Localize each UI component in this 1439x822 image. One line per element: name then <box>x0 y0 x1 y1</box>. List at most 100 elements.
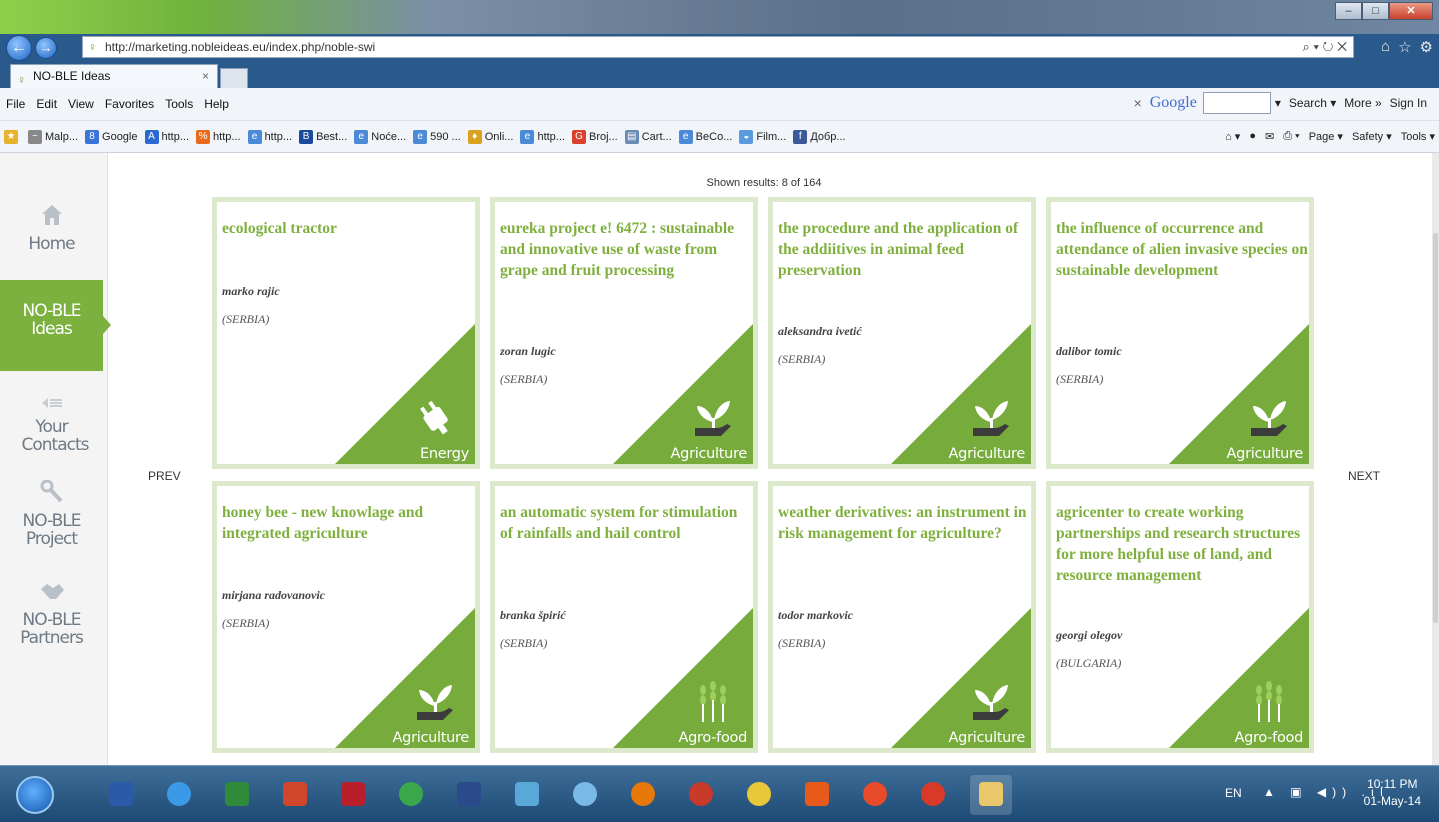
favorite-item[interactable]: e 590 ... <box>413 130 461 144</box>
word-icon[interactable] <box>100 775 142 815</box>
maximize-button[interactable]: □ <box>1362 2 1389 20</box>
utorrent-icon[interactable] <box>390 775 432 815</box>
start-button[interactable] <box>16 776 54 814</box>
explorer-icon[interactable] <box>970 775 1012 815</box>
menu-tools[interactable]: Tools <box>165 97 193 111</box>
sprout-hand-icon <box>1251 401 1287 436</box>
chrome-icon[interactable] <box>854 775 896 815</box>
clock[interactable]: 10:11 PM 01-May-14 <box>1364 776 1421 810</box>
google-search-dropdown[interactable]: ▾ <box>1275 96 1281 110</box>
system-tray: EN ▲ ▣ ◀)) .ıl 10:11 PM 01-May-14 <box>1199 766 1439 822</box>
floppy-icon[interactable] <box>448 775 490 815</box>
fire-icon[interactable] <box>912 775 954 815</box>
favorite-item[interactable]: ~ Malp... <box>28 130 78 144</box>
google-search-input[interactable] <box>1202 92 1271 114</box>
favorite-item[interactable]: 8 Google <box>85 130 138 144</box>
close-button[interactable]: ✕ <box>1389 2 1433 20</box>
page-menu[interactable]: Page ▾ <box>1309 130 1343 143</box>
acrobat-icon[interactable] <box>332 775 374 815</box>
tab-noble-ideas[interactable]: ♀ NO-BLE Ideas × <box>10 64 218 88</box>
favorite-item[interactable]: % http... <box>196 130 241 144</box>
idea-title[interactable]: honey bee - new knowlage and integrated … <box>222 502 474 544</box>
minimize-button[interactable]: – <box>1335 2 1362 20</box>
help-icon[interactable] <box>564 775 606 815</box>
favorite-item[interactable]: Ahttp... <box>144 130 189 144</box>
favorite-item[interactable]: ▤ Cart... <box>624 130 672 144</box>
google-toolbar-close[interactable]: × <box>1134 95 1142 111</box>
idea-title[interactable]: the influence of occurrence and attendan… <box>1056 218 1308 281</box>
menu-edit[interactable]: Edit <box>36 97 57 111</box>
favorite-item[interactable]: e http... <box>247 130 292 144</box>
app2-icon[interactable] <box>680 775 722 815</box>
idea-card[interactable]: eureka project e! 6472 : sustainable and… <box>490 197 758 469</box>
idea-card[interactable]: ecological tractor marko rajic (SERBIA) … <box>212 197 480 469</box>
idea-title[interactable]: agricenter to create working partnership… <box>1056 502 1308 586</box>
favorites-list: ★ ~ Malp... 8 Google Ahttp... % http... e ht… <box>4 130 853 144</box>
mail-icon[interactable]: ✉ <box>1265 130 1274 143</box>
idea-title[interactable]: ecological tractor <box>222 218 474 239</box>
favorite-star-icon[interactable]: ★ <box>4 130 21 144</box>
home-dropdown-icon[interactable]: ⌂ ▾ <box>1225 130 1240 143</box>
favorite-item[interactable]: e Noće... <box>354 130 406 144</box>
chrome-like-icon[interactable] <box>738 775 780 815</box>
print-icon[interactable]: ⎙ ▾ <box>1283 130 1299 143</box>
media-icon[interactable] <box>796 775 838 815</box>
favorite-item[interactable]: e http... <box>520 130 565 144</box>
sidebar-item-noble-ideas[interactable]: NO-BLE Ideas <box>0 280 111 371</box>
tab-close-icon[interactable]: × <box>202 65 209 87</box>
favorite-item[interactable]: e BeCo... <box>678 130 732 144</box>
idea-card[interactable]: an automatic system for stimulation of r… <box>490 481 758 753</box>
category-corner <box>891 324 1031 464</box>
scrollbar-thumb[interactable] <box>1433 233 1438 623</box>
forward-button[interactable]: → <box>35 37 57 59</box>
category-corner <box>613 324 753 464</box>
favorite-item[interactable]: f Добр... <box>793 130 846 144</box>
next-link[interactable]: NEXT <box>1348 469 1380 483</box>
menu-help[interactable]: Help <box>204 97 229 111</box>
idea-title[interactable]: the procedure and the application of the… <box>778 218 1030 281</box>
addon-icon[interactable]: ● <box>1249 130 1256 143</box>
sidebar-item-noble-partners[interactable]: NO-BLE Partners <box>0 581 103 647</box>
powerpoint-icon[interactable] <box>274 775 316 815</box>
google-signin-button[interactable]: Sign In <box>1390 96 1427 110</box>
menu-favorites[interactable]: Favorites <box>105 97 154 111</box>
page-scrollbar[interactable] <box>1432 153 1439 765</box>
google-more-button[interactable]: More » <box>1344 96 1381 110</box>
favorite-item[interactable]: ◒ Film... <box>739 130 786 144</box>
idea-country: (SERBIA) <box>1056 372 1104 386</box>
safety-menu[interactable]: Safety ▾ <box>1352 130 1392 143</box>
ie-icon[interactable] <box>158 775 200 815</box>
menu-file[interactable]: File <box>6 97 25 111</box>
new-tab-button[interactable] <box>220 68 248 88</box>
google-search-button[interactable]: Search ▾ <box>1289 96 1336 110</box>
excel-icon[interactable] <box>216 775 258 815</box>
settings-gear-icon[interactable]: ⚙ <box>1420 38 1433 56</box>
favorites-star-icon[interactable]: ☆ <box>1398 38 1411 56</box>
idea-card[interactable]: honey bee - new knowlage and integrated … <box>212 481 480 753</box>
idea-card[interactable]: the influence of occurrence and attendan… <box>1046 197 1314 469</box>
sidebar-item-your-contacts[interactable]: Your Contacts <box>0 396 103 454</box>
idea-title[interactable]: an automatic system for stimulation of r… <box>500 502 752 544</box>
favorite-item[interactable]: ♦ Onli... <box>467 130 513 144</box>
favorite-item[interactable]: G Broj... <box>571 130 618 144</box>
network-icon[interactable] <box>506 775 548 815</box>
app-icon[interactable] <box>622 775 664 815</box>
idea-card[interactable]: agricenter to create working partnership… <box>1046 481 1314 753</box>
idea-card[interactable]: the procedure and the application of the… <box>768 197 1036 469</box>
address-bar[interactable]: ♀ http://marketing.nobleideas.eu/index.p… <box>82 36 1354 58</box>
sidebar-item-home[interactable]: Home <box>0 203 103 253</box>
idea-country: (SERBIA) <box>222 616 270 630</box>
sidebar-item-noble-project[interactable]: NO-BLE Project <box>0 479 103 548</box>
language-indicator[interactable]: EN <box>1225 786 1242 800</box>
favorite-item[interactable]: B Best... <box>299 130 347 144</box>
idea-title[interactable]: eureka project e! 6472 : sustainable and… <box>500 218 752 281</box>
menu-view[interactable]: View <box>68 97 94 111</box>
home-page-icon[interactable]: ⌂ <box>1381 38 1390 56</box>
back-button[interactable]: ← <box>6 35 32 61</box>
prev-link[interactable]: PREV <box>148 469 181 483</box>
address-controls[interactable]: ⌕ ▾ ↻ ✕ <box>1303 37 1347 57</box>
tools-menu[interactable]: Tools ▾ <box>1401 130 1435 143</box>
idea-title[interactable]: weather derivatives: an instrument in ri… <box>778 502 1030 544</box>
idea-card[interactable]: weather derivatives: an instrument in ri… <box>768 481 1036 753</box>
idea-author: branka špirić <box>500 608 566 622</box>
